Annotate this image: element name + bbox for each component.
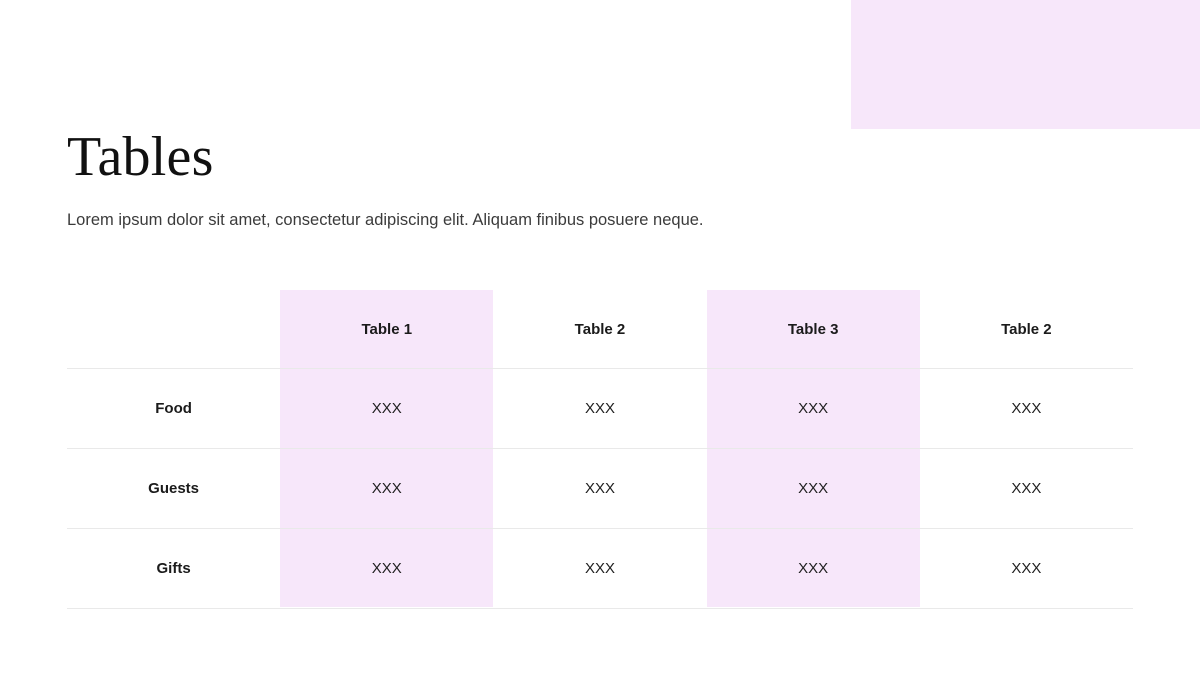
table-header-row: Table 1 Table 2 Table 3 Table 2 [67, 290, 1133, 369]
column-header-3: Table 3 [706, 290, 920, 369]
table-corner-cell [67, 290, 281, 369]
table-body: Food XXX XXX XXX XXX Guests XXX XXX XXX … [67, 368, 1133, 609]
column-header-4: Table 2 [919, 290, 1133, 369]
page-subtitle: Lorem ipsum dolor sit amet, consectetur … [67, 211, 704, 229]
cell-guests-table2: XXX [493, 448, 707, 529]
cell-gifts-table2: XXX [493, 528, 707, 609]
cell-food-table3: XXX [706, 368, 920, 449]
page-title: Tables [67, 126, 214, 188]
cell-food-table2: XXX [493, 368, 707, 449]
column-header-1: Table 1 [280, 290, 494, 369]
row-label-gifts: Gifts [67, 528, 281, 609]
table-container: Table 1 Table 2 Table 3 Table 2 Food XXX… [67, 290, 1133, 609]
cell-guests-table3: XXX [706, 448, 920, 529]
cell-food-table4: XXX [919, 368, 1133, 449]
column-header-2: Table 2 [493, 290, 707, 369]
cell-guests-table1: XXX [280, 448, 494, 529]
decorative-accent-block [851, 0, 1200, 129]
comparison-table: Table 1 Table 2 Table 3 Table 2 Food XXX… [67, 290, 1133, 609]
table-row: Gifts XXX XXX XXX XXX [67, 528, 1133, 609]
table-row: Food XXX XXX XXX XXX [67, 368, 1133, 449]
row-label-food: Food [67, 368, 281, 449]
cell-gifts-table3: XXX [706, 528, 920, 609]
cell-gifts-table1: XXX [280, 528, 494, 609]
cell-guests-table4: XXX [919, 448, 1133, 529]
table-header: Table 1 Table 2 Table 3 Table 2 [67, 290, 1133, 369]
cell-gifts-table4: XXX [919, 528, 1133, 609]
table-row: Guests XXX XXX XXX XXX [67, 448, 1133, 529]
slide-canvas: Tables Lorem ipsum dolor sit amet, conse… [0, 0, 1200, 675]
cell-food-table1: XXX [280, 368, 494, 449]
row-label-guests: Guests [67, 448, 281, 529]
